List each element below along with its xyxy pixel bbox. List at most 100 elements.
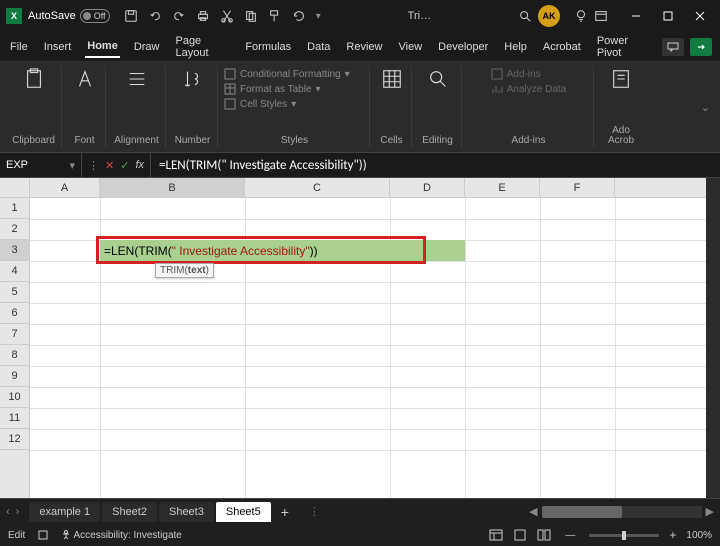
tab-file[interactable]: File [8,37,30,57]
zoom-plus-icon[interactable]: + [669,528,676,542]
hscroll-thumb[interactable] [542,506,622,518]
row-header-2[interactable]: 2 [0,219,29,240]
cells-icon[interactable] [381,68,403,90]
analyze-data-button[interactable]: Analyze Data [491,83,566,95]
addins-button[interactable]: Add-ins [491,68,566,80]
tab-insert[interactable]: Insert [42,37,74,57]
sheet-nav-prev-icon[interactable]: ‹ [6,506,10,518]
row-header-10[interactable]: 10 [0,387,29,408]
toggle-track[interactable]: Off [80,9,110,23]
lightbulb-icon[interactable] [574,9,588,23]
col-header-d[interactable]: D [390,178,465,197]
redo-icon[interactable] [172,9,186,23]
zoom-level[interactable]: 100% [686,530,712,541]
name-box[interactable]: EXP ▾ [0,153,82,177]
clipboard-icon[interactable] [23,68,45,90]
format-as-table-button[interactable]: Format as Table ▾ [224,83,350,95]
select-all-corner[interactable] [0,178,30,197]
page-break-view-icon[interactable] [537,529,551,541]
accept-formula-icon[interactable]: ✓ [120,159,129,172]
vertical-scrollbar[interactable] [706,198,720,498]
hscroll-track[interactable] [542,506,702,518]
autosave-toggle[interactable]: AutoSave Off [28,9,110,23]
col-header-b[interactable]: B [100,178,245,197]
tab-formulas[interactable]: Formulas [243,37,293,57]
qat-dropdown-icon[interactable]: ▾ [316,11,321,22]
col-header-e[interactable]: E [465,178,540,197]
cells-area[interactable]: =LEN(TRIM(" Investigate Accessibility"))… [30,198,720,498]
tab-review[interactable]: Review [344,37,384,57]
add-sheet-button[interactable]: + [273,504,297,520]
share-button[interactable] [690,38,712,56]
formula-bar-input[interactable]: =LEN(TRIM(" Investigate Accessibility")) [151,158,375,173]
row-header-11[interactable]: 11 [0,408,29,429]
tab-home[interactable]: Home [85,36,120,58]
copy-icon[interactable] [244,9,258,23]
row-header-3[interactable]: 3 [0,240,29,261]
sheet-tab-sheet3[interactable]: Sheet3 [159,502,214,522]
user-avatar[interactable]: AK [538,5,560,27]
comments-button[interactable] [662,38,684,56]
cell-styles-button[interactable]: Cell Styles ▾ [224,98,350,110]
refresh-icon[interactable] [292,9,306,23]
row-header-5[interactable]: 5 [0,282,29,303]
accessibility-status[interactable]: Accessibility: Investigate [61,530,182,541]
cut-icon[interactable] [220,9,234,23]
tab-data[interactable]: Data [305,37,332,57]
col-header-c[interactable]: C [245,178,390,197]
ribbon-display-icon[interactable] [594,9,608,23]
editing-label: Editing [422,135,453,146]
row-header-9[interactable]: 9 [0,366,29,387]
minimize-button[interactable] [622,4,650,28]
name-box-dropdown-icon[interactable]: ▾ [69,159,75,172]
print-icon[interactable] [196,9,210,23]
active-cell-b3[interactable]: =LEN(TRIM(" Investigate Accessibility")) [100,240,322,261]
row-header-8[interactable]: 8 [0,345,29,366]
ribbon-tabs: File Insert Home Draw Page Layout Formul… [0,32,720,62]
sheet-tab-example1[interactable]: example 1 [29,502,100,522]
tab-help[interactable]: Help [502,37,529,57]
col-header-a[interactable]: A [30,178,100,197]
row-header-6[interactable]: 6 [0,303,29,324]
editing-icon[interactable] [427,68,449,90]
acrobat-icon[interactable] [610,68,632,90]
alignment-icon[interactable] [126,68,148,90]
tab-page-layout[interactable]: Page Layout [173,31,231,63]
maximize-button[interactable] [654,4,682,28]
page-layout-view-icon[interactable] [513,529,527,541]
format-painter-icon[interactable] [268,9,282,23]
col-header-f[interactable]: F [540,178,615,197]
tab-view[interactable]: View [397,37,425,57]
row-header-12[interactable]: 12 [0,429,29,450]
sheet-nav-next-icon[interactable]: › [16,506,20,518]
number-icon[interactable] [182,68,204,90]
hscroll-left-icon[interactable]: ◀ [529,505,537,518]
ribbon-collapse-icon[interactable]: ⌄ [697,66,714,148]
row-header-4[interactable]: 4 [0,261,29,282]
zoom-thumb[interactable] [622,531,626,540]
row-header-1[interactable]: 1 [0,198,29,219]
sheet-tab-sheet2[interactable]: Sheet2 [102,502,157,522]
macro-record-icon[interactable] [37,529,49,541]
conditional-formatting-button[interactable]: Conditional Formatting ▾ [224,68,350,80]
hscroll-right-icon[interactable]: ▶ [706,505,714,518]
normal-view-icon[interactable] [489,529,503,541]
close-button[interactable] [686,4,714,28]
excel-icon: X [6,8,22,24]
row-header-7[interactable]: 7 [0,324,29,345]
tab-acrobat[interactable]: Acrobat [541,37,583,57]
tab-developer[interactable]: Developer [436,37,490,57]
font-icon[interactable] [74,68,96,90]
sheet-tab-sheet5[interactable]: Sheet5 [216,502,271,522]
ribbon: Clipboard Font Alignment Number Conditio… [0,62,720,152]
ribbon-group-alignment: Alignment [108,66,166,148]
zoom-slider[interactable] [589,534,659,537]
cancel-formula-icon[interactable]: ✕ [105,159,114,172]
fx-icon[interactable]: fx [135,159,144,171]
alignment-label: Alignment [114,135,158,146]
tab-power-pivot[interactable]: Power Pivot [595,31,650,63]
search-icon[interactable] [518,9,532,23]
undo-icon[interactable] [148,9,162,23]
save-icon[interactable] [124,9,138,23]
tab-draw[interactable]: Draw [132,37,162,57]
